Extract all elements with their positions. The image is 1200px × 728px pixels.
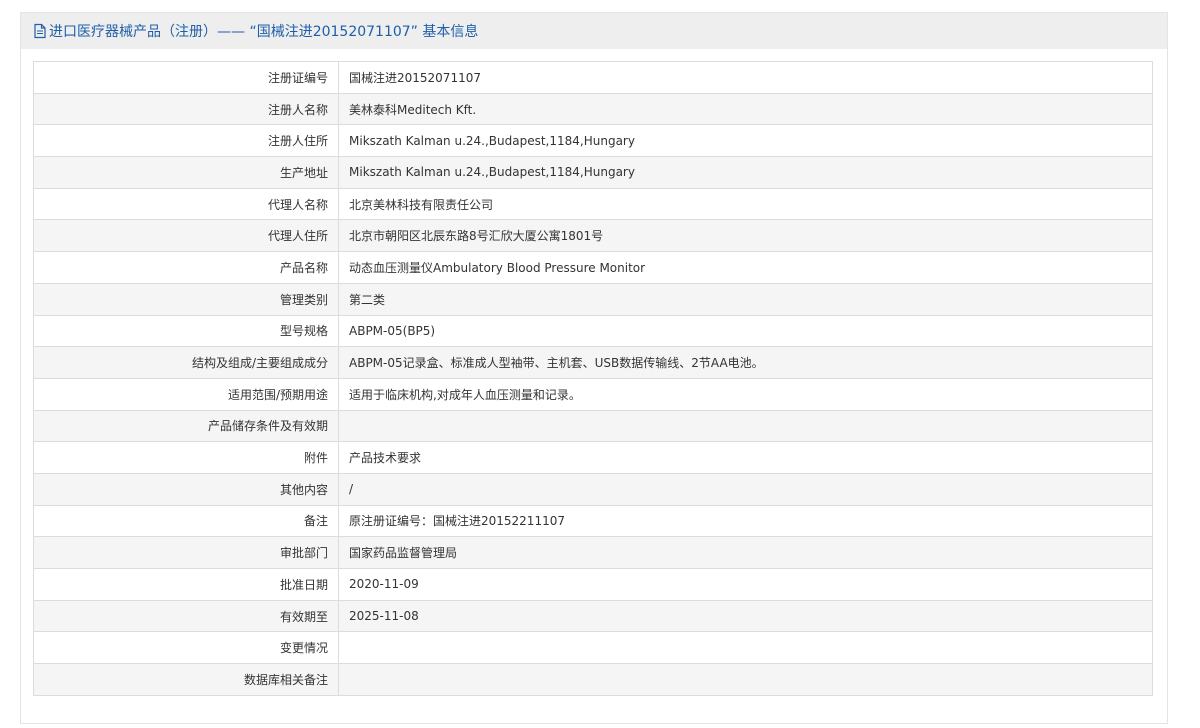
field-label: 附件 <box>33 441 339 474</box>
field-label: 产品储存条件及有效期 <box>33 409 339 443</box>
field-label: 产品名称 <box>33 251 339 284</box>
field-label: 型号规格 <box>33 314 339 348</box>
table-row: 有效期至 2025-11-08 <box>33 599 1153 633</box>
field-label: 注册人住所 <box>33 124 339 158</box>
table-row: 型号规格 ABPM-05(BP5) <box>33 314 1153 348</box>
field-label: 生产地址 <box>33 156 339 189</box>
table-row: 产品名称 动态血压测量仪Ambulatory Blood Pressure Mo… <box>33 251 1153 284</box>
page-title: 进口医疗器械产品（注册）—— “国械注进20152071107” 基本信息 <box>49 24 479 40</box>
table-row: 结构及组成/主要组成成分 ABPM-05记录盒、标准成人型袖带、主机套、USB数… <box>33 346 1153 379</box>
field-label: 结构及组成/主要组成成分 <box>33 346 339 379</box>
table-row: 产品储存条件及有效期 <box>33 409 1153 443</box>
field-value: 适用于临床机构,对成年人血压测量和记录。 <box>338 377 1153 411</box>
field-value: 美林泰科Meditech Kft. <box>338 92 1153 126</box>
field-value: 产品技术要求 <box>338 441 1153 474</box>
table-row: 批准日期 2020-11-09 <box>33 568 1153 601</box>
table-row: 注册人名称 美林泰科Meditech Kft. <box>33 92 1153 126</box>
field-value: 国家药品监督管理局 <box>338 536 1153 569</box>
table-row: 其他内容 / <box>33 472 1153 506</box>
field-label: 适用范围/预期用途 <box>33 377 339 411</box>
field-value: 动态血压测量仪Ambulatory Blood Pressure Monitor <box>338 251 1153 284</box>
table-row: 注册人住所 Mikszath Kalman u.24.,Budapest,118… <box>33 124 1153 158</box>
field-value: ABPM-05记录盒、标准成人型袖带、主机套、USB数据传输线、2节AA电池。 <box>338 346 1153 379</box>
table-row: 审批部门 国家药品监督管理局 <box>33 536 1153 569</box>
field-value <box>338 663 1153 696</box>
field-value: 第二类 <box>338 282 1153 316</box>
field-value: Mikszath Kalman u.24.,Budapest,1184,Hung… <box>338 156 1153 189</box>
table-row: 备注 原注册证编号：国械注进20152211107 <box>33 504 1153 538</box>
field-value: 2020-11-09 <box>338 568 1153 601</box>
field-value: Mikszath Kalman u.24.,Budapest,1184,Hung… <box>338 124 1153 158</box>
field-label: 有效期至 <box>33 599 339 633</box>
field-label: 批准日期 <box>33 568 339 601</box>
table-row: 变更情况 <box>33 631 1153 665</box>
field-value: 原注册证编号：国械注进20152211107 <box>338 504 1153 538</box>
field-label: 注册人名称 <box>33 92 339 126</box>
field-value: / <box>338 472 1153 506</box>
field-label: 其他内容 <box>33 472 339 506</box>
field-label: 代理人住所 <box>33 219 339 253</box>
field-label: 备注 <box>33 504 339 538</box>
field-label: 审批部门 <box>33 536 339 569</box>
field-value: 北京美林科技有限责任公司 <box>338 187 1153 221</box>
field-label: 注册证编号 <box>33 61 339 94</box>
panel-header: 进口医疗器械产品（注册）—— “国械注进20152071107” 基本信息 <box>21 13 1167 49</box>
field-value <box>338 631 1153 665</box>
field-label: 管理类别 <box>33 282 339 316</box>
document-icon <box>33 23 47 39</box>
table-row: 数据库相关备注 <box>33 663 1153 696</box>
field-value: ABPM-05(BP5) <box>338 314 1153 348</box>
info-table: 注册证编号 国械注进20152071107 注册人名称 美林泰科Meditech… <box>33 61 1153 696</box>
field-label: 数据库相关备注 <box>33 663 339 696</box>
table-row: 附件 产品技术要求 <box>33 441 1153 474</box>
table-row: 注册证编号 国械注进20152071107 <box>33 61 1153 94</box>
field-value: 2025-11-08 <box>338 599 1153 633</box>
field-value: 北京市朝阳区北辰东路8号汇欣大厦公寓1801号 <box>338 219 1153 253</box>
table-row: 代理人名称 北京美林科技有限责任公司 <box>33 187 1153 221</box>
table-row: 代理人住所 北京市朝阳区北辰东路8号汇欣大厦公寓1801号 <box>33 219 1153 253</box>
table-row: 适用范围/预期用途 适用于临床机构,对成年人血压测量和记录。 <box>33 377 1153 411</box>
table-row: 管理类别 第二类 <box>33 282 1153 316</box>
info-panel: 进口医疗器械产品（注册）—— “国械注进20152071107” 基本信息 注册… <box>20 12 1168 724</box>
table-row: 生产地址 Mikszath Kalman u.24.,Budapest,1184… <box>33 156 1153 189</box>
field-label: 代理人名称 <box>33 187 339 221</box>
field-value: 国械注进20152071107 <box>338 61 1153 94</box>
field-label: 变更情况 <box>33 631 339 665</box>
field-value <box>338 409 1153 443</box>
